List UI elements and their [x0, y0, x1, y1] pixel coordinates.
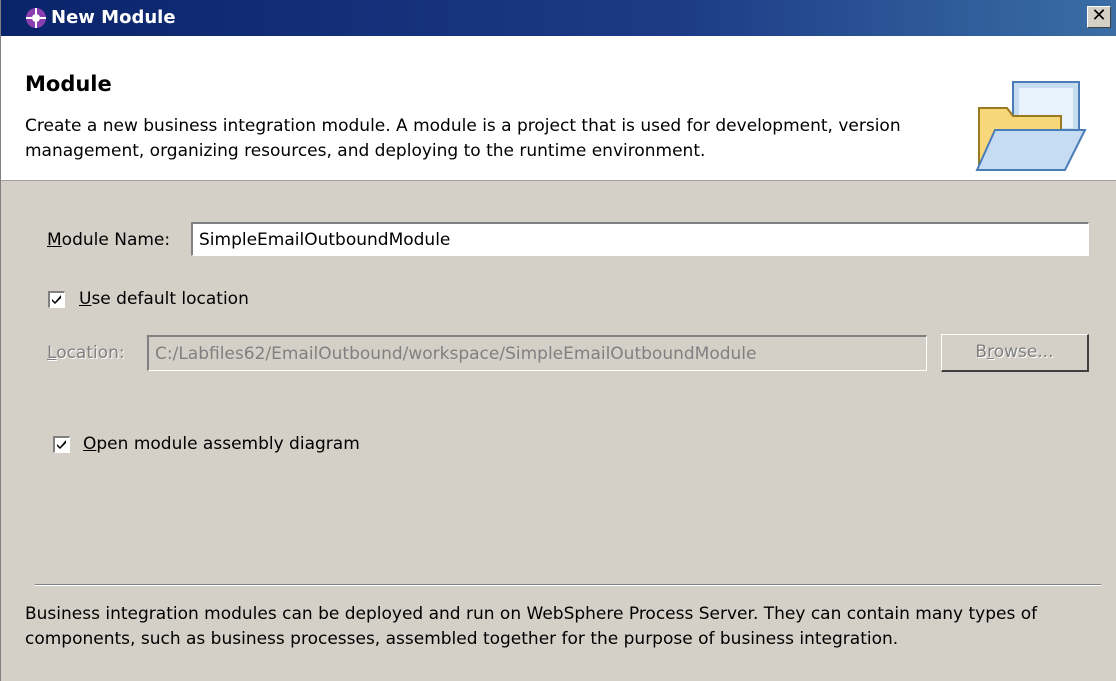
wizard-banner: Module Create a new business integration…	[1, 36, 1116, 181]
wid-module-icon	[26, 8, 46, 28]
new-module-dialog: New Module ✕ Module Create a new busines…	[0, 0, 1116, 681]
location-input[interactable]	[147, 335, 927, 371]
checkmark-icon	[52, 295, 61, 304]
title-bar[interactable]: New Module ✕	[1, 0, 1116, 36]
browse-button[interactable]: Browse...	[941, 334, 1089, 372]
use-default-location-label[interactable]: Use default location	[79, 289, 249, 309]
open-assembly-diagram-label[interactable]: Open module assembly diagram	[83, 434, 360, 454]
open-folder-icon	[975, 81, 1087, 171]
use-default-location-checkbox[interactable]	[48, 291, 65, 308]
open-assembly-diagram-checkbox[interactable]	[53, 436, 70, 453]
window-title: New Module	[51, 7, 176, 28]
page-description: Create a new business integration module…	[25, 116, 901, 161]
close-icon: ✕	[1091, 5, 1107, 26]
checkmark-icon	[57, 440, 66, 449]
location-label: Location:	[47, 343, 125, 363]
footer-description: Business integration modules can be depl…	[25, 604, 1038, 649]
close-button[interactable]: ✕	[1087, 6, 1111, 28]
module-name-input[interactable]	[191, 222, 1089, 256]
separator	[35, 584, 1101, 586]
page-title: Module	[25, 72, 112, 96]
module-name-label: Module Name:	[47, 230, 171, 250]
